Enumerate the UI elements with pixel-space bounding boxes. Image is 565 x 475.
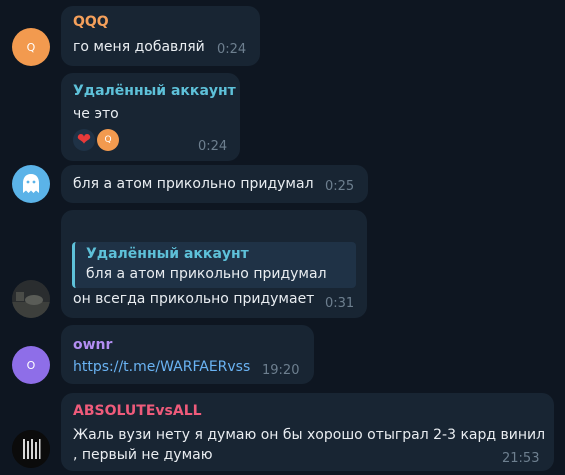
avatar-photo — [12, 280, 50, 318]
message-text-line-2: , первый не думаю — [73, 447, 213, 463]
heart-icon: ❤ — [76, 129, 92, 150]
message-bubble[interactable]: бля а атом прикольно придумал 0:25 — [61, 165, 368, 203]
reaction-avatar[interactable]: Q — [97, 129, 119, 151]
sender-name[interactable]: ownr — [73, 337, 112, 353]
message-text: че это — [73, 106, 119, 122]
message-text: он всегда прикольно придумает — [73, 291, 315, 307]
reply-quote[interactable]: Удалённый аккаунт бля а атом прикольно п… — [72, 242, 356, 288]
avatar-letter: O — [26, 358, 36, 372]
message-bubble[interactable]: Удалённый аккаунт бля а атом прикольно п… — [61, 210, 367, 318]
message-text: го меня добавляй — [73, 39, 205, 55]
avatar[interactable] — [12, 165, 50, 203]
avatar[interactable] — [12, 280, 50, 318]
sender-name[interactable]: ABSOLUTEvsALL — [73, 403, 202, 419]
message-time: 0:31 — [325, 296, 355, 311]
message-bubble[interactable]: QQQ го меня добавляй 0:24 — [61, 6, 260, 66]
message-bubble[interactable]: ownr https://t.me/WARFAERvss 19:20 — [61, 325, 314, 384]
message-time: 19:20 — [262, 363, 300, 378]
message-time: 21:53 — [502, 451, 540, 466]
avatar[interactable] — [12, 430, 50, 468]
avatar[interactable]: Q — [12, 28, 50, 66]
message-text: бля а атом прикольно придумал — [73, 176, 314, 192]
message-time: 0:24 — [217, 42, 247, 57]
sender-name[interactable]: Удалённый аккаунт — [73, 83, 236, 99]
quote-sender: Удалённый аккаунт — [86, 246, 249, 262]
avatar-letter: Q — [26, 40, 36, 54]
message-bubble[interactable]: ABSOLUTEvsALL Жаль вузи нету я думаю он … — [61, 393, 554, 471]
avatar-letter: Q — [104, 135, 112, 145]
reactions[interactable]: ❤ Q — [73, 129, 119, 151]
message-text-line-1: Жаль вузи нету я думаю он бы хорошо отыг… — [73, 427, 546, 443]
sender-name[interactable]: QQQ — [73, 14, 109, 30]
quote-text: бля а атом прикольно придумал — [86, 266, 327, 282]
message-bubble[interactable]: Удалённый аккаунт че это ❤ Q 0:24 — [61, 73, 240, 161]
reaction-heart[interactable]: ❤ — [73, 129, 95, 151]
message-time: 0:25 — [325, 179, 355, 194]
message-time: 0:24 — [198, 139, 228, 154]
avatar[interactable]: O — [12, 346, 50, 384]
message-link[interactable]: https://t.me/WARFAERvss — [73, 357, 250, 377]
avatar-logo — [12, 430, 50, 468]
ghost-icon — [23, 174, 39, 193]
